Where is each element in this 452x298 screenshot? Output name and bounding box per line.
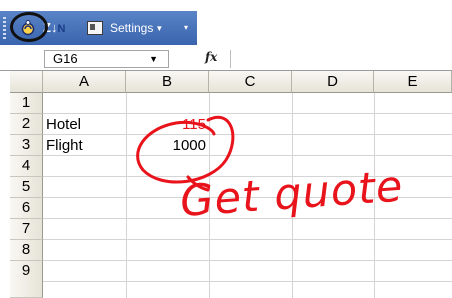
fx-icon: fx <box>205 50 218 64</box>
settings-label: Settings <box>110 21 154 35</box>
cell-a3[interactable]: Flight <box>43 135 126 156</box>
name-box[interactable]: G16 ▼ <box>44 50 169 68</box>
cell-b3[interactable]: 1000 <box>126 135 209 156</box>
cell-b2[interactable]: 115 <box>126 114 209 135</box>
cell-a2[interactable]: Hotel <box>43 114 126 135</box>
gridline <box>43 281 452 282</box>
row-header-5[interactable]: 5 <box>10 177 43 198</box>
view-button[interactable] <box>84 18 106 38</box>
name-box-value: G16 <box>53 51 78 66</box>
select-all-corner[interactable] <box>10 71 43 93</box>
row-header-1[interactable]: 1 <box>10 93 43 114</box>
column-header-e[interactable]: E <box>374 71 452 93</box>
sort-icon-sub: N <box>57 23 66 35</box>
settings-menu-button[interactable]: Settings ▼ <box>110 18 182 38</box>
view-icon <box>87 21 103 35</box>
row-header-2[interactable]: 2 <box>10 114 43 135</box>
row-header-9[interactable]: 9 <box>10 261 43 298</box>
chevron-down-icon: ▼ <box>155 24 164 33</box>
column-header-d[interactable]: D <box>292 71 374 93</box>
toolbar-grip[interactable] <box>3 17 6 39</box>
formula-bar: G16 ▼ fx <box>0 47 452 71</box>
column-header-a[interactable]: A <box>43 71 126 93</box>
gridline <box>43 239 452 240</box>
row-header-7[interactable]: 7 <box>10 219 43 240</box>
row-header-3[interactable]: 3 <box>10 135 43 156</box>
circle-annotation <box>10 12 48 42</box>
column-header-b[interactable]: B <box>126 71 209 93</box>
toolbar-overflow-button[interactable]: ▾ <box>184 18 194 38</box>
row-header-6[interactable]: 6 <box>10 198 43 219</box>
insert-function-button[interactable]: fx <box>205 50 227 68</box>
column-header-c[interactable]: C <box>209 71 292 93</box>
formula-input[interactable] <box>230 50 452 68</box>
row-header-4[interactable]: 4 <box>10 156 43 177</box>
row-header-8[interactable]: 8 <box>10 240 43 261</box>
name-box-dropdown-icon[interactable]: ▼ <box>149 51 158 67</box>
gridline <box>43 260 452 261</box>
overflow-icon: ▾ <box>184 23 189 32</box>
